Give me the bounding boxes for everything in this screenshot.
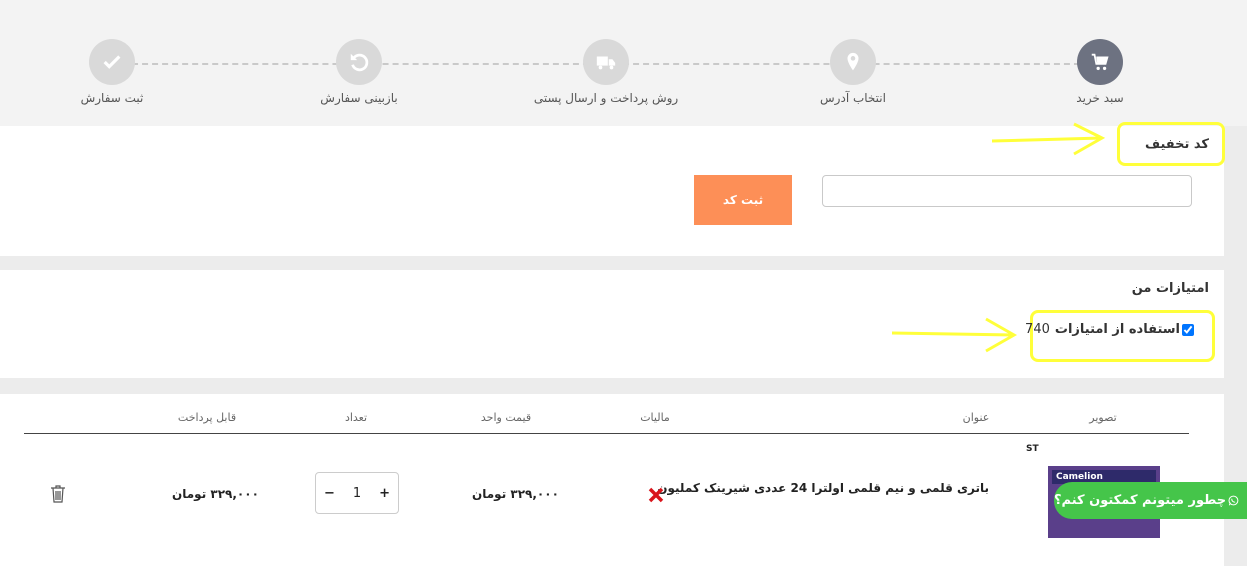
quantity-value[interactable]: 1 bbox=[353, 486, 361, 501]
step-review[interactable] bbox=[336, 39, 382, 85]
brand-logo: ST bbox=[1026, 444, 1039, 454]
step-label-submit: ثبت سفارش bbox=[80, 91, 144, 105]
points-title: امتیازات من bbox=[1131, 281, 1209, 296]
check-icon bbox=[103, 55, 121, 69]
step-address[interactable] bbox=[830, 39, 876, 85]
quantity-stepper: − 1 + bbox=[315, 472, 399, 514]
help-label: چطور میتونم کمکتون کنم؟ bbox=[1054, 493, 1227, 508]
col-header-payable: قابل پرداخت bbox=[177, 411, 237, 424]
decrease-quantity-button[interactable]: − bbox=[324, 486, 335, 501]
arrow-annotation-icon bbox=[991, 122, 1106, 156]
checkout-steps: سبد خرید انتخاب آدرس روش پرداخت و ارسال … bbox=[0, 0, 1247, 126]
cart-icon bbox=[1091, 53, 1109, 71]
step-label-address: انتخاب آدرس bbox=[820, 91, 886, 105]
use-points-option: استفاده از امتیازات 740 bbox=[1025, 322, 1194, 337]
col-header-tax: مالیات bbox=[640, 411, 670, 424]
refresh-icon bbox=[350, 53, 369, 72]
step-submit[interactable] bbox=[89, 39, 135, 85]
increase-quantity-button[interactable]: + bbox=[379, 486, 390, 501]
coupon-code-input[interactable] bbox=[822, 175, 1192, 207]
trash-icon[interactable] bbox=[50, 484, 66, 504]
submit-coupon-button[interactable]: ثبت کد bbox=[694, 175, 792, 225]
unit-price: ۳۲۹,۰۰۰ تومان bbox=[472, 487, 559, 501]
step-shipping[interactable] bbox=[583, 39, 629, 85]
use-points-label: استفاده از امتیازات bbox=[1054, 322, 1180, 337]
truck-icon bbox=[596, 56, 616, 70]
arrow-annotation-icon bbox=[891, 317, 1018, 353]
step-label-cart: سبد خرید bbox=[1076, 91, 1124, 105]
product-title[interactable]: باتری قلمی و نیم قلمی اولترا 24 عددی شیر… bbox=[657, 481, 989, 495]
payable-amount: ۳۲۹,۰۰۰ تومان bbox=[172, 487, 259, 501]
points-value: 740 bbox=[1025, 322, 1050, 337]
coupon-highlight bbox=[1117, 122, 1225, 166]
col-header-title: عنوان bbox=[962, 411, 990, 424]
step-cart[interactable] bbox=[1077, 39, 1123, 85]
whatsapp-icon bbox=[1228, 495, 1239, 506]
col-header-unit-price: قیمت واحد bbox=[480, 411, 532, 424]
col-header-image: تصویر bbox=[1089, 411, 1117, 424]
location-pin-icon bbox=[847, 52, 859, 71]
table-header-divider bbox=[24, 433, 1189, 434]
step-label-shipping: روش پرداخت و ارسال پستی bbox=[533, 91, 679, 105]
step-label-review: بازبینی سفارش bbox=[320, 91, 398, 105]
cross-icon bbox=[648, 487, 664, 503]
col-header-quantity: تعداد bbox=[344, 411, 368, 424]
use-points-checkbox[interactable] bbox=[1182, 323, 1194, 336]
whatsapp-help-button[interactable]: چطور میتونم کمکتون کنم؟ bbox=[1054, 482, 1247, 519]
